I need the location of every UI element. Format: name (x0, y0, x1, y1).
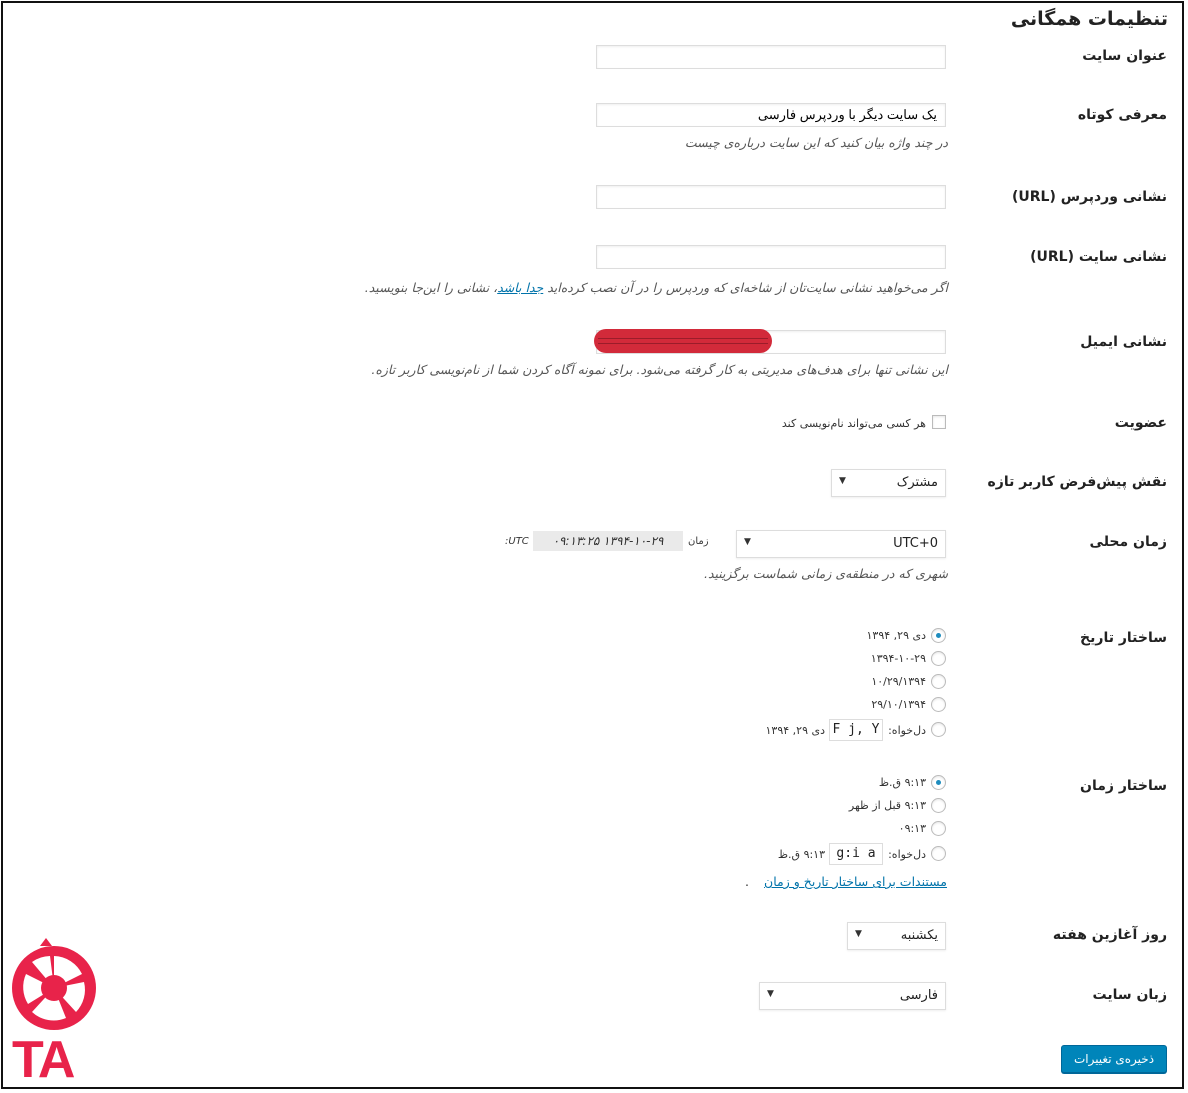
week-start-select[interactable]: یکشنبه ▼ (847, 922, 946, 950)
page-title: تنظیمات همگانی (1010, 8, 1168, 30)
email-redaction-mark (594, 329, 772, 353)
date-format-radio-2[interactable] (931, 651, 946, 666)
date-format-option-4: ۲۹/۱۰/۱۳۹۴ (871, 698, 926, 711)
time-format-radio-1[interactable] (931, 775, 946, 790)
site-language-label: زبان سایت (1092, 987, 1168, 1003)
utc-label: UTC: (505, 536, 529, 547)
default-role-value: مشترک (896, 475, 938, 490)
timezone-label: زمان محلی (1089, 534, 1167, 550)
membership-checkbox-label: هر کسی می‌تواند نام‌نویسی کند (781, 417, 926, 430)
save-changes-button[interactable]: ذخیره‌ی تغییرات (1061, 1045, 1167, 1073)
site-url-description-start: اگر می‌خواهید نشانی سایت‌تان از شاخه‌ای … (543, 280, 948, 295)
tagline-input[interactable] (596, 103, 946, 127)
tagline-label: معرفی کوتاه (1077, 107, 1167, 123)
date-format-radio-4[interactable] (931, 697, 946, 712)
site-url-input[interactable] (596, 245, 946, 269)
date-format-custom-preview: دی ۲۹, ۱۳۹۴ (765, 724, 825, 737)
site-language-value: فارسی (899, 988, 938, 1003)
utc-time-value: ۱۳۹۴-۱۰-۲۹ ۰۹:۱۳:۲۵ (533, 531, 683, 551)
site-title-input[interactable] (596, 45, 946, 69)
site-url-description: اگر می‌خواهید نشانی سایت‌تان از شاخه‌ای … (365, 280, 948, 295)
time-format-option-3: ۰۹:۱۳ (898, 822, 926, 835)
timezone-select[interactable]: UTC+0 ▼ (736, 530, 946, 558)
timezone-value: UTC+0 (893, 536, 938, 551)
separate-directory-link[interactable]: جدا باشد (497, 280, 543, 295)
week-start-value: یکشنبه (900, 928, 938, 943)
time-format-custom-preview: ۹:۱۳ ق.ظ (777, 848, 825, 861)
email-label: نشانی ایمیل (1080, 334, 1167, 350)
dropdown-arrow-icon: ▼ (767, 989, 774, 999)
time-format-option-1: ۹:۱۳ ق.ظ (878, 776, 926, 789)
time-label: زمان (688, 536, 709, 547)
time-format-radio-2[interactable] (931, 798, 946, 813)
date-format-custom-label: دل‌خواه: (888, 724, 926, 737)
time-format-custom-label: دل‌خواه: (888, 848, 926, 861)
time-format-label: ساختار زمان (1080, 778, 1167, 794)
date-format-radio-custom[interactable] (931, 722, 946, 737)
dropdown-arrow-icon: ▼ (855, 929, 862, 939)
week-start-label: روز آغازین هفته (1052, 927, 1167, 943)
wp-url-label: نشانی وردپرس (URL) (1011, 189, 1167, 205)
default-role-select[interactable]: مشترک ▼ (831, 469, 946, 497)
time-format-radio-custom[interactable] (931, 846, 946, 861)
time-format-option-2: ۹:۱۳ قبل از ظهر (848, 799, 926, 812)
timezone-description: شهری که در منطقه‌ی زمانی شماست برگزینید. (703, 566, 948, 581)
ta-logo: TA (10, 938, 100, 1089)
wp-url-input[interactable] (596, 185, 946, 209)
time-format-custom-input[interactable]: g:i a (829, 843, 883, 865)
date-format-radio-1[interactable] (931, 628, 946, 643)
membership-checkbox[interactable] (932, 415, 946, 429)
date-time-docs-link[interactable]: مستندات برای ساختار تاریخ و زمان (764, 874, 947, 889)
date-format-option-1: دی ۲۹, ۱۳۹۴ (866, 629, 926, 642)
date-format-radio-3[interactable] (931, 674, 946, 689)
site-url-description-end: ، نشانی را این‌جا بنویسید. (364, 280, 498, 295)
date-format-label: ساختار تاریخ (1080, 630, 1167, 646)
site-url-label: نشانی سایت (URL) (1030, 249, 1167, 265)
time-format-radio-3[interactable] (931, 821, 946, 836)
default-role-label: نقش پیش‌فرض کاربر تازه (987, 474, 1167, 490)
email-description: این نشانی تنها برای هدف‌های مدیریتی به ک… (371, 362, 948, 377)
dropdown-arrow-icon: ▼ (744, 537, 751, 547)
site-language-select[interactable]: فارسی ▼ (759, 982, 946, 1010)
docs-link-period: . (745, 874, 749, 889)
tagline-description: در چند واژه بیان کنید که این سایت درباره… (684, 135, 948, 150)
date-format-option-3: ۱۰/۲۹/۱۳۹۴ (871, 675, 926, 688)
membership-label: عضویت (1114, 415, 1167, 431)
date-format-custom-input[interactable]: F j, Y (829, 719, 883, 741)
ta-logo-text: TA (12, 1031, 75, 1089)
date-format-option-2: ۱۳۹۴-۱۰-۲۹ (870, 652, 926, 665)
site-title-label: عنوان سایت (1082, 48, 1167, 64)
dropdown-arrow-icon: ▼ (839, 476, 846, 486)
